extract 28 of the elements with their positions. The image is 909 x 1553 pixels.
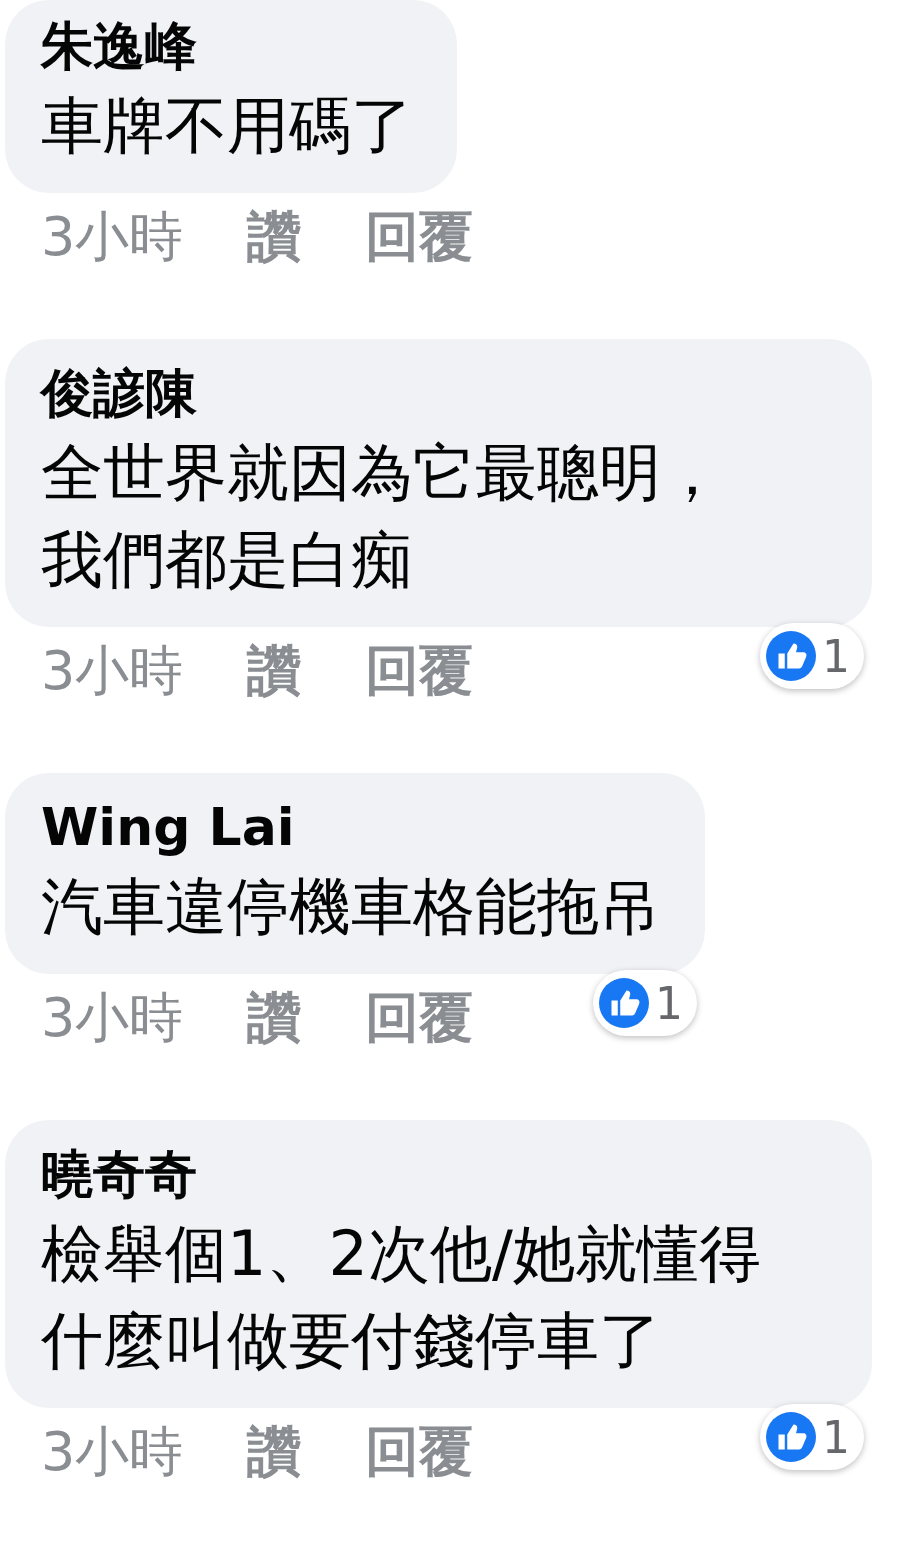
- reaction-badge[interactable]: 1: [593, 970, 697, 1036]
- like-link[interactable]: 讚: [247, 1420, 302, 1484]
- commenter-name[interactable]: 俊諺陳: [41, 357, 828, 429]
- comment-text: 什麼叫做要付錢停車了: [41, 1303, 662, 1379]
- reply-link[interactable]: 回覆: [365, 639, 474, 703]
- like-link[interactable]: 讚: [247, 205, 302, 269]
- reply-link[interactable]: 回覆: [365, 1420, 474, 1484]
- thumbs-up-icon: [599, 978, 649, 1028]
- reply-link[interactable]: 回覆: [365, 986, 474, 1050]
- reaction-badge[interactable]: 1: [760, 623, 864, 689]
- like-link[interactable]: 讚: [247, 986, 302, 1050]
- timestamp: 3小時: [41, 639, 184, 703]
- timestamp: 3小時: [41, 205, 184, 269]
- comment-text: 全世界就因為它最聰明，: [41, 435, 724, 511]
- comment-text: 汽車違停機車格能拖吊: [41, 869, 661, 945]
- thumbs-up-icon: [766, 1412, 816, 1462]
- timestamp: 3小時: [41, 986, 184, 1050]
- reaction-badge[interactable]: 1: [760, 1404, 864, 1470]
- like-link[interactable]: 讚: [247, 639, 302, 703]
- timestamp: 3小時: [41, 1420, 184, 1484]
- reply-link[interactable]: 回覆: [365, 205, 474, 269]
- commenter-name[interactable]: 朱逸峰: [41, 10, 413, 82]
- thumbs-up-icon: [766, 631, 816, 681]
- commenter-name[interactable]: Wing Lai: [41, 791, 661, 863]
- comment-text: 檢舉個1、2次他/她就懂得: [41, 1216, 762, 1292]
- comment-text: 車牌不用碼了: [41, 88, 413, 164]
- commenter-name[interactable]: 曉奇奇: [41, 1138, 828, 1210]
- comment-text: 我們都是白痴: [41, 522, 414, 598]
